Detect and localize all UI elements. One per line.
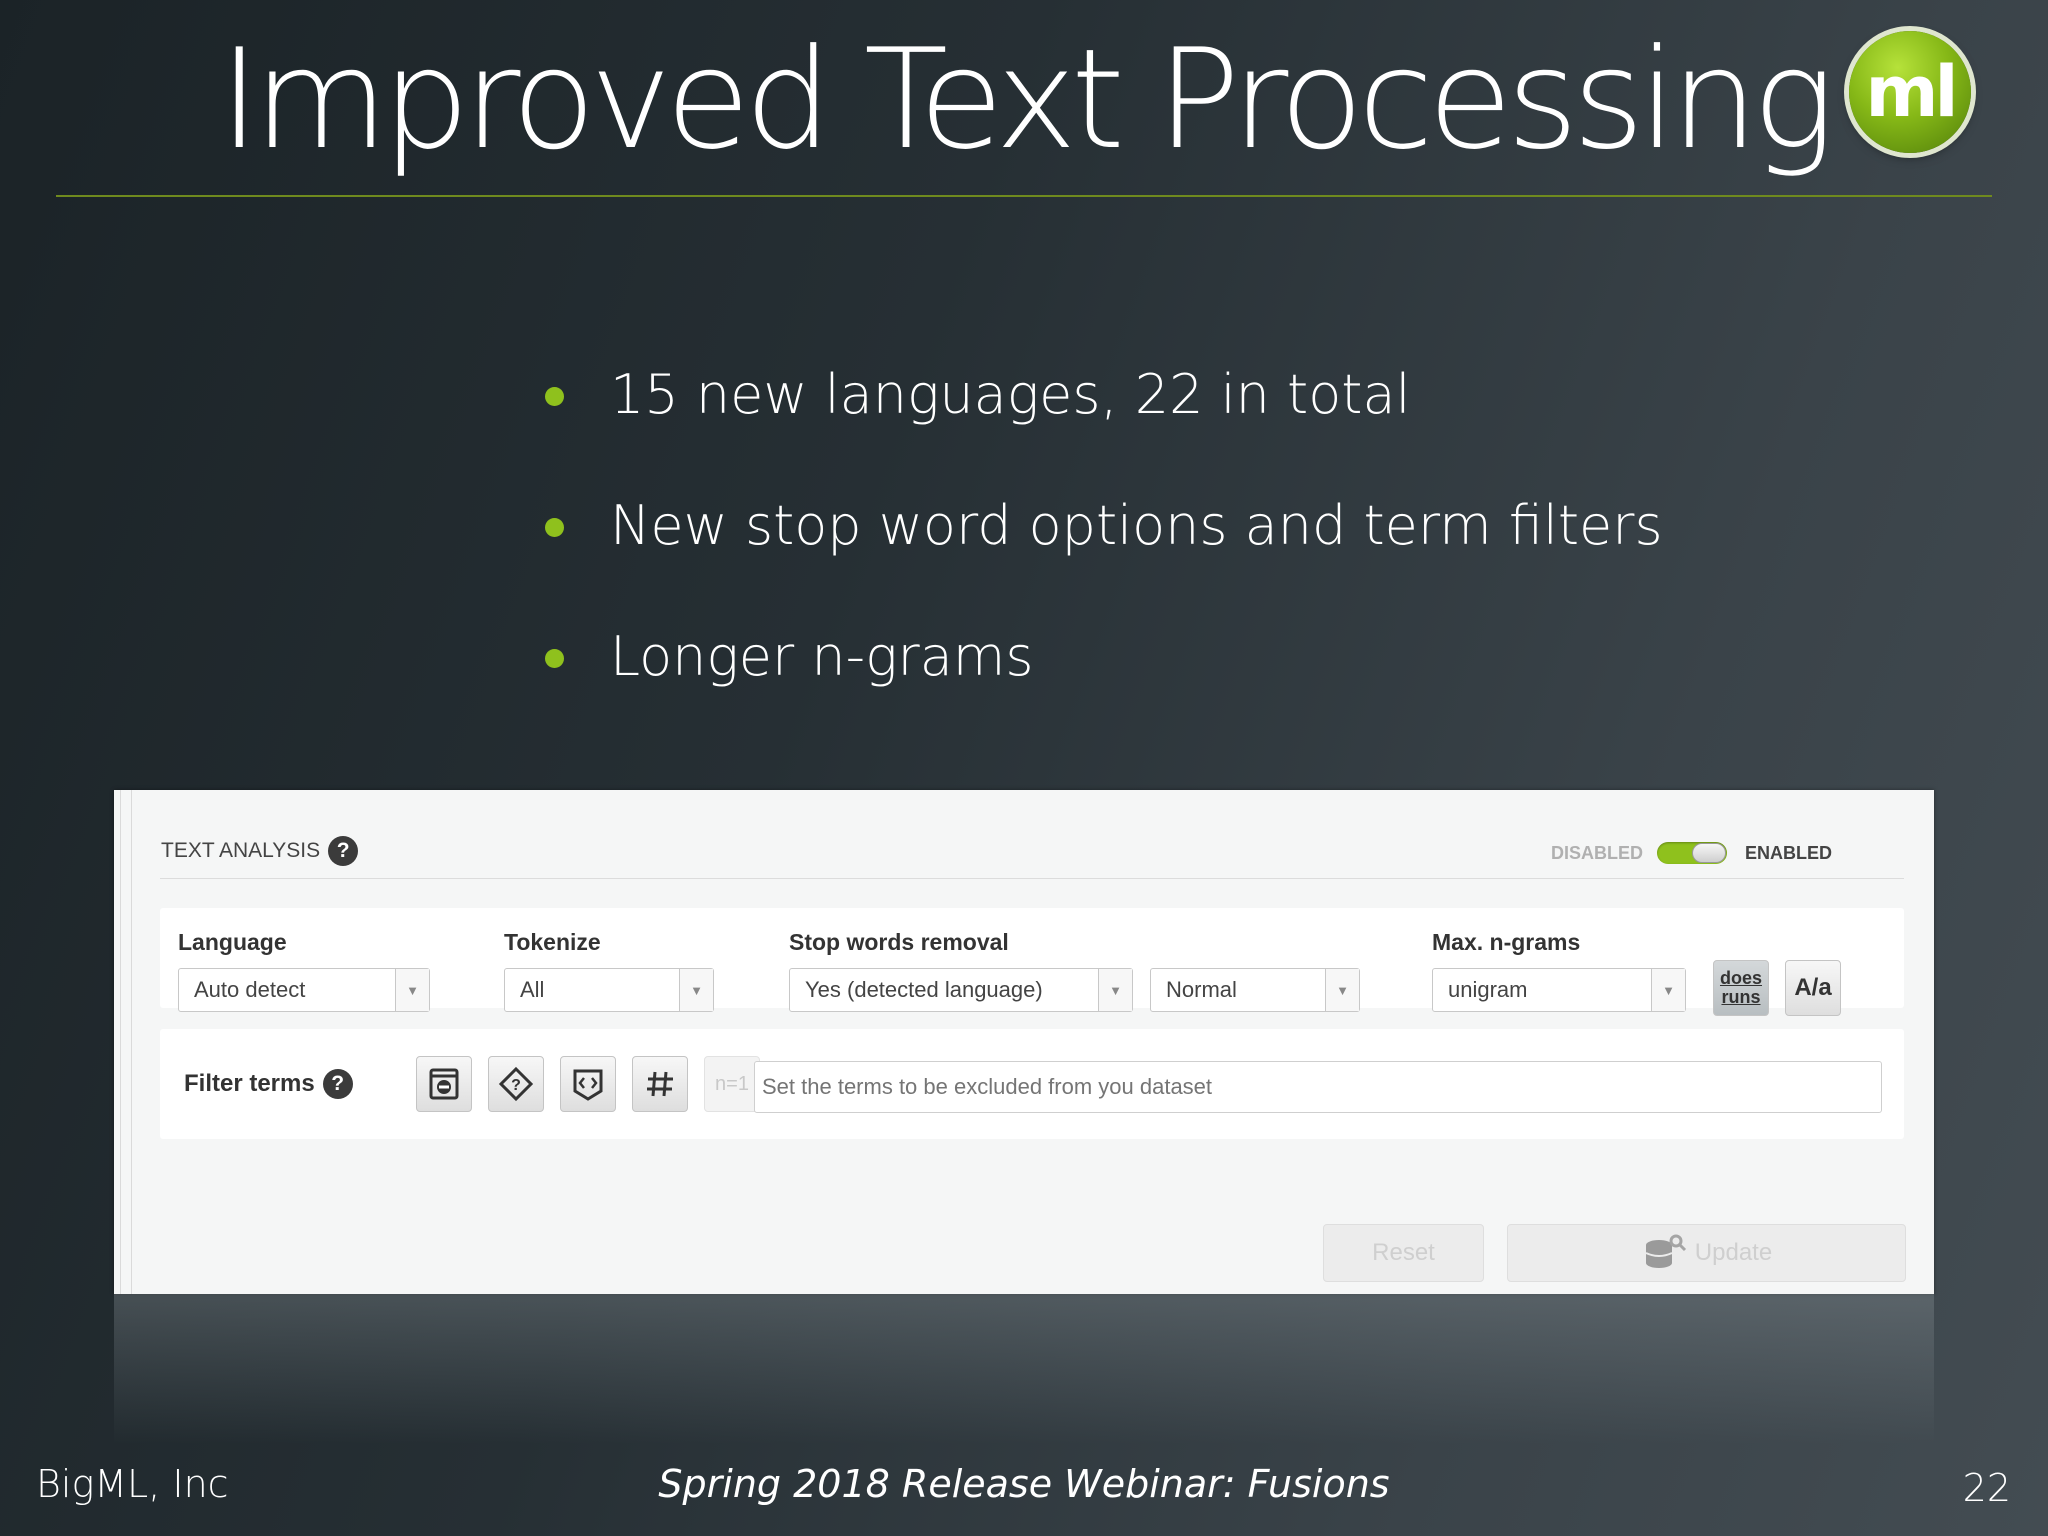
html-filter-button[interactable] — [560, 1056, 616, 1112]
enable-toggle[interactable] — [1656, 842, 1727, 864]
help-icon[interactable]: ? — [322, 1069, 353, 1099]
dataset-update-icon — [1645, 1234, 1686, 1268]
help-icon[interactable]: ? — [328, 836, 359, 866]
bullet-dot-icon — [545, 649, 564, 668]
toggle-enabled-label: ENABLED — [1744, 842, 1832, 863]
footer-event-title: Spring 2018 Release Webinar: Fusions — [658, 1462, 1390, 1506]
header-divider — [160, 878, 1904, 879]
bullet-text: Longer n-grams — [610, 625, 1034, 688]
filter-terms-label-group: Filter terms ? — [184, 1069, 353, 1099]
stop-words-value: Yes (detected language) — [805, 977, 1043, 1002]
max-ngrams-label: Max. n-grams — [1432, 929, 1581, 955]
code-icon — [573, 1069, 603, 1101]
filter-row: Filter terms ? ? n=1 Set the terms to be… — [160, 1029, 1904, 1139]
chevron-down-icon: ▼ — [679, 969, 713, 1011]
numeric-filter-button[interactable] — [632, 1056, 688, 1112]
slide-title: Improved Text Processing — [219, 19, 1835, 180]
text-analysis-panel: TEXT ANALYSIS ? DISABLED ENABLED Languag… — [114, 790, 1934, 1294]
page-number: 22 — [1962, 1466, 2011, 1510]
reset-label: Reset — [1372, 1239, 1435, 1266]
max-ngrams-select[interactable]: unigram ▼ — [1432, 968, 1686, 1012]
bullet-dot-icon — [545, 518, 564, 537]
stop-words-label: Stop words removal — [789, 929, 1009, 955]
max-ngrams-value: unigram — [1448, 977, 1528, 1002]
non-dictionary-filter-button[interactable] — [416, 1056, 472, 1112]
enable-toggle-group: DISABLED ENABLED — [1551, 842, 1832, 864]
reset-button[interactable]: Reset — [1323, 1224, 1484, 1282]
ngram-button-text: n=1 — [715, 1072, 749, 1095]
stemming-bottom-text: runs — [1721, 987, 1761, 1007]
toggle-knob — [1691, 843, 1726, 863]
tokenize-select[interactable]: All ▼ — [504, 968, 714, 1012]
bullet-text: 15 new languages, 22 in total — [610, 363, 1411, 426]
panel-reflection — [114, 1294, 1934, 1444]
title-divider — [56, 195, 1992, 197]
ngram-filter-button[interactable]: n=1 — [704, 1056, 760, 1112]
update-label: Update — [1694, 1239, 1773, 1266]
non-language-filter-button[interactable]: ? — [488, 1056, 544, 1112]
filter-terms-label: Filter terms — [184, 1070, 315, 1097]
chevron-down-icon: ▼ — [1651, 969, 1685, 1011]
tokenize-label: Tokenize — [504, 929, 601, 955]
chevron-down-icon: ▼ — [1325, 969, 1359, 1011]
section-title: TEXT ANALYSIS — [161, 839, 321, 862]
bullet-dot-icon — [545, 387, 564, 406]
language-value: Auto detect — [194, 977, 306, 1002]
config-row: Language Auto detect ▼ Tokenize All ▼ St… — [160, 908, 1904, 1016]
case-button-text: A/a — [1794, 974, 1832, 1001]
text-analysis-header: TEXT ANALYSIS ? — [161, 836, 359, 866]
language-label: Language — [178, 929, 287, 955]
bigml-logo-icon: ml — [1849, 31, 1971, 153]
svg-text:?: ? — [511, 1077, 521, 1094]
chevron-down-icon: ▼ — [395, 969, 429, 1011]
filter-terms-input[interactable] — [754, 1061, 1882, 1113]
diamond-question-icon: ? — [498, 1066, 534, 1102]
stemming-top-text: does — [1719, 968, 1762, 988]
logo-text: ml — [1865, 51, 1959, 133]
bullet-text: New stop word options and term filters — [610, 494, 1663, 557]
toggle-disabled-label: DISABLED — [1550, 842, 1643, 863]
chevron-down-icon: ▼ — [1098, 969, 1132, 1011]
stop-words-mode-value: Normal — [1166, 977, 1237, 1002]
stop-words-select[interactable]: Yes (detected language) ▼ — [789, 968, 1133, 1012]
language-select[interactable]: Auto detect ▼ — [178, 968, 430, 1012]
update-button[interactable]: Update — [1507, 1224, 1906, 1282]
non-dictionary-icon — [429, 1068, 459, 1100]
stop-words-mode-select[interactable]: Normal ▼ — [1150, 968, 1360, 1012]
tokenize-value: All — [520, 977, 545, 1002]
hash-icon — [647, 1071, 673, 1097]
stemming-button[interactable]: does runs — [1713, 960, 1769, 1016]
case-sensitivity-button[interactable]: A/a — [1785, 960, 1841, 1016]
